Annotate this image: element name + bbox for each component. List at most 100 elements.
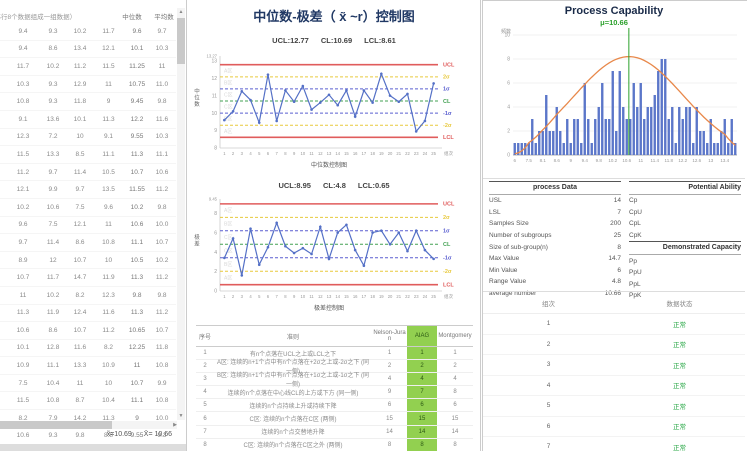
process-data-value: 200 [610, 220, 621, 227]
cell: 9.7 [151, 28, 173, 35]
vertical-scrollbar[interactable]: ▲ ▼ [177, 8, 185, 420]
cell: 10.4 [94, 397, 123, 404]
group-number: 7 [483, 443, 614, 450]
cell: 12.8 [40, 344, 66, 351]
cell: 10.8 [94, 239, 123, 246]
cell: 10.6 [6, 327, 40, 334]
table-row: 11.29.711.410.510.710.6 [0, 164, 176, 182]
cell: 7.5 [40, 221, 66, 228]
svg-text:-2σ: -2σ [443, 123, 452, 129]
cell: 9.4 [6, 28, 40, 35]
rules-row: 3B区: 连续的n+1个点中有n个点落在+1σ之上或-1σ之下 (同一侧)444 [196, 373, 473, 386]
rules-cell: 4 [372, 376, 407, 382]
svg-text:4: 4 [249, 294, 252, 299]
svg-text:15: 15 [344, 151, 349, 156]
cell: 7.5 [6, 380, 40, 387]
rules-cell: 5 [196, 402, 214, 408]
cell: 10.0 [151, 221, 173, 228]
cell: 8.2 [66, 292, 94, 299]
process-data-value: 8 [617, 244, 621, 251]
scroll-down-icon[interactable]: ▼ [177, 412, 185, 420]
process-data-row: Max Value14.7 [489, 253, 621, 265]
cell: 11.7 [40, 274, 66, 281]
table-row: 10.89.311.899.459.8 [0, 93, 176, 111]
cell: 8.6 [66, 239, 94, 246]
cell: 11.2 [94, 327, 123, 334]
horizontal-scrollbar[interactable]: ▶ [0, 421, 177, 429]
group-number: 6 [483, 423, 614, 430]
cell: 12.9 [66, 81, 94, 88]
cell: 11 [94, 221, 123, 228]
group-number: 4 [483, 382, 614, 389]
cell: 11 [94, 81, 123, 88]
cell: 10.7 [6, 274, 40, 281]
rules-header-row: 序号准则Nelson-JuranAIAGMontgomery [196, 325, 473, 347]
range-control-chart: 024689.45UCL2σ1σCL-1σ-2σLCLA区B区C区C区B区A区1… [190, 191, 478, 313]
horizontal-scrollbar-thumb[interactable] [0, 421, 112, 429]
cell: 10.75 [123, 81, 151, 88]
cell: 12.4 [66, 309, 94, 316]
svg-text:20: 20 [388, 151, 393, 156]
cell: 10.4 [40, 380, 66, 387]
rules-cell: 15 [437, 416, 473, 422]
scroll-up-icon[interactable]: ▲ [177, 8, 185, 16]
svg-text:UCL: UCL [443, 202, 455, 208]
cell: 11.5 [6, 151, 40, 158]
cell: 12.25 [123, 344, 151, 351]
cell: 11.3 [123, 274, 151, 281]
cell: 9.3 [40, 81, 66, 88]
table-row: 11.311.912.411.611.311.2 [0, 305, 176, 323]
cell: 12.1 [66, 221, 94, 228]
cell: 10.9 [6, 362, 40, 369]
rules-column-header: 序号 [196, 332, 214, 341]
group-number: 1 [483, 320, 614, 327]
rules-cell: 14 [407, 426, 437, 438]
lcl-value: LCL:0.65 [358, 181, 390, 190]
table-row: 11.510.88.710.411.110.8 [0, 392, 176, 410]
svg-text:9.4: 9.4 [582, 158, 589, 163]
svg-text:极差: 极差 [194, 233, 200, 248]
svg-text:22: 22 [405, 294, 410, 299]
table-row: 9.67.512.11110.610.0 [0, 217, 176, 235]
status-badge: 正常 [614, 360, 745, 370]
svg-text:17: 17 [362, 294, 367, 299]
svg-text:CL: CL [443, 242, 451, 248]
cell: 11.3 [123, 309, 151, 316]
process-data-row: Samples Size200 [489, 218, 621, 230]
table-row: 7.510.4111010.79.9 [0, 375, 176, 393]
cell: 8.5 [66, 151, 94, 158]
svg-text:25: 25 [431, 151, 436, 156]
svg-text:19: 19 [379, 294, 384, 299]
cell: 11.1 [123, 239, 151, 246]
scroll-right-icon[interactable]: ▶ [173, 421, 177, 429]
median-chart-stats: UCL:12.77CL:10.69LCL:8.61 [188, 36, 480, 45]
cell: 11 [6, 292, 40, 299]
capability-columns: Potential AbilityCpCpUCpLCpKDemonstrated… [629, 181, 741, 302]
cell: 9.3 [40, 28, 66, 35]
svg-text:7.5: 7.5 [526, 158, 533, 163]
svg-text:9: 9 [293, 294, 296, 299]
vertical-scrollbar-thumb[interactable] [177, 18, 185, 64]
process-capability-panel: Process Capability μ=10.66 0246810频数67.5… [482, 0, 747, 451]
rules-cell: 3 [196, 376, 214, 382]
svg-text:22: 22 [405, 151, 410, 156]
svg-text:9: 9 [569, 158, 572, 163]
svg-text:5: 5 [258, 151, 261, 156]
svg-text:2σ: 2σ [443, 75, 450, 81]
rules-cell: 4 [407, 373, 437, 385]
cell: 11.5 [94, 63, 123, 70]
svg-text:7: 7 [276, 294, 279, 299]
svg-text:13: 13 [211, 58, 217, 64]
rules-column-header: 准则 [214, 332, 372, 341]
table-row: 10.68.610.711.210.6510.7 [0, 322, 176, 340]
svg-text:13: 13 [327, 151, 332, 156]
rules-cell: 连续的n个点持续上升或持续下降 [214, 401, 372, 410]
cell: 10.7 [151, 327, 173, 334]
svg-text:15: 15 [344, 294, 349, 299]
cell: 12.2 [123, 116, 151, 123]
rules-column-header: Nelson-Juran [372, 330, 407, 342]
cell: 9.1 [6, 116, 40, 123]
rules-cell: 8 [437, 442, 473, 448]
svg-text:14: 14 [335, 294, 340, 299]
svg-text:C区: C区 [224, 235, 233, 241]
